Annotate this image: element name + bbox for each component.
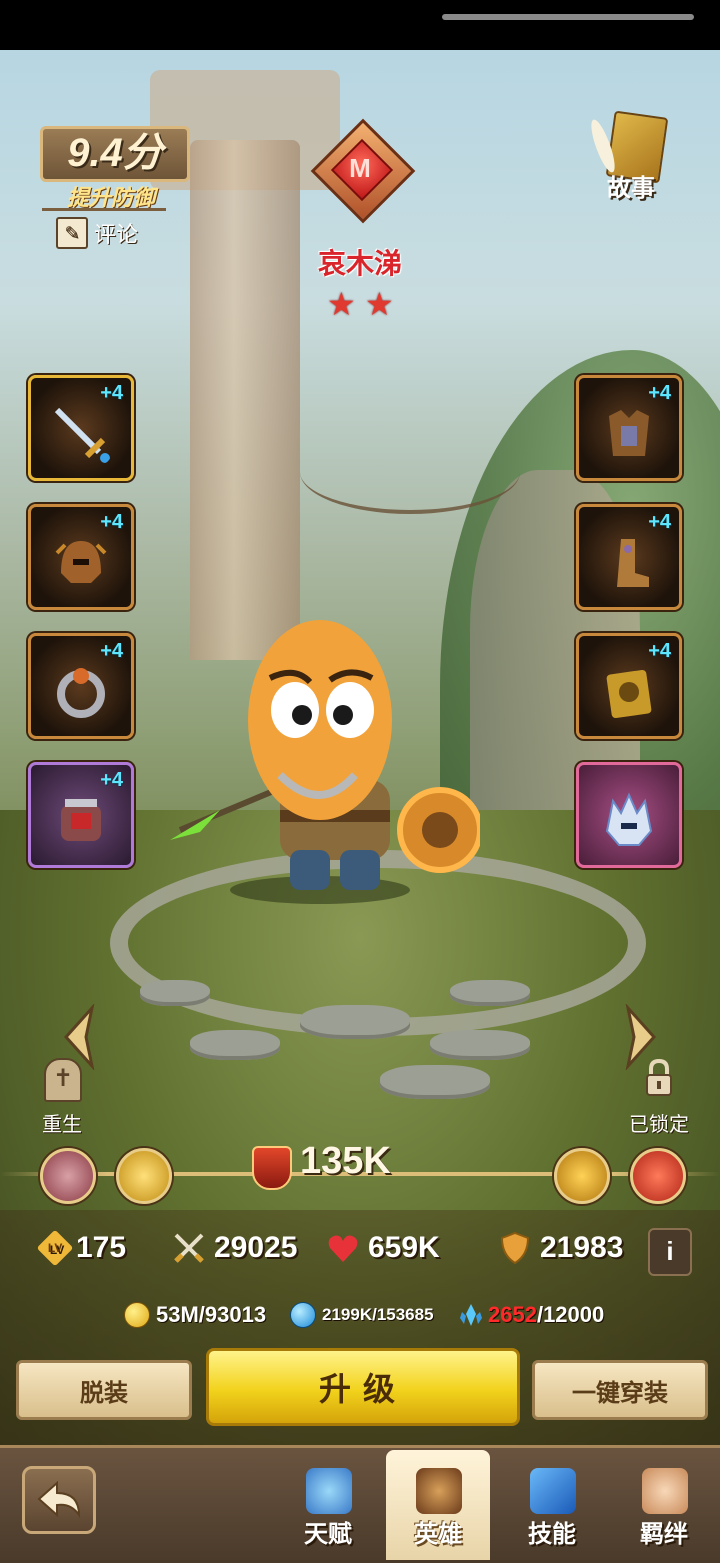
enhance-level: +4 xyxy=(100,511,123,533)
rebirth-button[interactable]: ✝ 重生 xyxy=(36,1058,88,1136)
enhance-level: +4 xyxy=(100,382,123,404)
crossed-swords-icon xyxy=(174,1233,204,1263)
edit-icon: ✎ xyxy=(56,217,88,249)
hero-stars: ★ ★ xyxy=(322,288,402,320)
upgrade-button[interactable]: 升级 xyxy=(206,1348,520,1426)
enhance-level: +4 xyxy=(648,511,671,533)
rune-buff-icon[interactable] xyxy=(630,1148,686,1204)
hp-value: 659K xyxy=(368,1231,440,1264)
background-bridge xyxy=(300,430,520,514)
gold-coin-icon xyxy=(124,1302,150,1328)
stat-level: LV 175 xyxy=(36,1228,127,1268)
combat-power: 135K xyxy=(300,1140,391,1182)
stone xyxy=(300,1005,410,1039)
sword-icon xyxy=(54,407,110,463)
lock-icon xyxy=(646,1058,672,1096)
star-icon: ★ xyxy=(327,286,356,322)
review-label: 评论 xyxy=(94,222,139,247)
equip-slot-weapon[interactable]: +4 xyxy=(28,375,134,481)
helmet-icon xyxy=(55,541,107,583)
equip-all-button[interactable]: 一键穿装 xyxy=(532,1360,708,1420)
hero-class-emblem: M xyxy=(310,118,416,224)
level-icon: LV xyxy=(36,1229,74,1267)
gold-cost: 53M/93013 xyxy=(124,1300,266,1330)
gold-buff-icon[interactable] xyxy=(554,1148,610,1204)
equip-slot-chest[interactable]: +4 xyxy=(576,375,682,481)
story-label: 故事 xyxy=(607,175,655,202)
defense-value: 21983 xyxy=(540,1231,624,1264)
level-value: 175 xyxy=(76,1231,127,1264)
tab-label: 英雄 xyxy=(414,1521,462,1548)
stat-hp: 659K xyxy=(326,1228,440,1268)
attack-value: 29025 xyxy=(214,1231,298,1264)
shield-buff-icon[interactable] xyxy=(116,1148,172,1204)
equip-slot-boots[interactable]: +4 xyxy=(576,504,682,610)
enhance-level: +4 xyxy=(648,382,671,404)
stone xyxy=(190,1030,280,1060)
tab-label: 羁绊 xyxy=(640,1521,688,1548)
equip-slot-helmet[interactable]: +4 xyxy=(28,504,134,610)
tab-label: 天赋 xyxy=(304,1521,352,1548)
tab-skill[interactable]: 技能 xyxy=(500,1450,604,1560)
info-button[interactable]: i xyxy=(648,1228,692,1276)
handshake-icon xyxy=(642,1468,688,1514)
exp-cost-value: 2199K/153685 xyxy=(322,1305,434,1324)
exp-cost: 2199K/153685 xyxy=(290,1300,434,1330)
equip-slot-ring[interactable]: +4 xyxy=(28,633,134,739)
crystal-cost: 2652/12000 xyxy=(458,1300,604,1330)
shield-icon xyxy=(500,1231,530,1265)
tome-icon xyxy=(606,669,652,719)
hero-helmet-icon xyxy=(416,1468,462,1514)
enhance-level: +4 xyxy=(648,640,671,662)
crystal-have: 2652 xyxy=(488,1302,537,1327)
exp-orb-icon xyxy=(290,1302,316,1328)
tombstone-icon: ✝ xyxy=(44,1058,82,1102)
crystal-need: /12000 xyxy=(536,1302,605,1327)
back-arrow-icon xyxy=(37,1480,81,1519)
locked-label: 已锁定 xyxy=(629,1114,689,1136)
stone xyxy=(380,1065,490,1099)
unequip-button[interactable]: 脱装 xyxy=(16,1360,192,1420)
boots-icon xyxy=(617,539,649,587)
level-badge: LV xyxy=(47,1240,63,1255)
tab-bond[interactable]: 羁绊 xyxy=(612,1450,716,1560)
hero-rating[interactable]: 9.4分 xyxy=(40,126,190,182)
star-icon: ★ xyxy=(365,286,394,322)
status-bar xyxy=(0,0,720,50)
gauntlet-icon xyxy=(61,799,101,841)
stone xyxy=(430,1030,530,1060)
ice-helm-icon xyxy=(605,792,653,846)
emblem-letter: M xyxy=(349,153,371,183)
heart-icon xyxy=(328,1235,358,1262)
crystal-icon xyxy=(460,1304,482,1326)
defense-buff-icon[interactable] xyxy=(40,1148,96,1204)
tab-hero[interactable]: 英雄 xyxy=(386,1450,490,1560)
tab-label: 技能 xyxy=(528,1521,576,1548)
skill-book-icon xyxy=(530,1468,576,1514)
hero-name: 哀木涕 xyxy=(317,248,402,279)
tab-talent[interactable]: 天赋 xyxy=(276,1450,380,1560)
ring-icon xyxy=(57,668,105,718)
talent-icon xyxy=(306,1468,352,1514)
stat-attack: 29025 xyxy=(172,1228,297,1268)
equip-slot-artifact[interactable] xyxy=(576,762,682,868)
hero-character[interactable] xyxy=(160,570,480,910)
enhance-level: +4 xyxy=(100,769,123,791)
gold-cost-value: 53M/93013 xyxy=(156,1302,267,1327)
gesture-bar xyxy=(442,14,694,20)
enhance-level: +4 xyxy=(100,640,123,662)
lock-button[interactable]: 已锁定 xyxy=(626,1058,692,1136)
stone xyxy=(450,980,530,1006)
rebirth-label: 重生 xyxy=(42,1114,82,1136)
equip-slot-gauntlet[interactable]: +4 xyxy=(28,762,134,868)
power-icon xyxy=(252,1146,292,1190)
back-button[interactable] xyxy=(22,1466,96,1534)
story-button[interactable]: 故事 xyxy=(586,110,669,202)
chest-armor-icon xyxy=(609,410,649,456)
equip-slot-tome[interactable]: +4 xyxy=(576,633,682,739)
rating-divider xyxy=(42,208,166,211)
review-button[interactable]: ✎ 评论 xyxy=(56,217,166,249)
stone xyxy=(140,980,210,1006)
stat-defense: 21983 xyxy=(498,1228,623,1268)
